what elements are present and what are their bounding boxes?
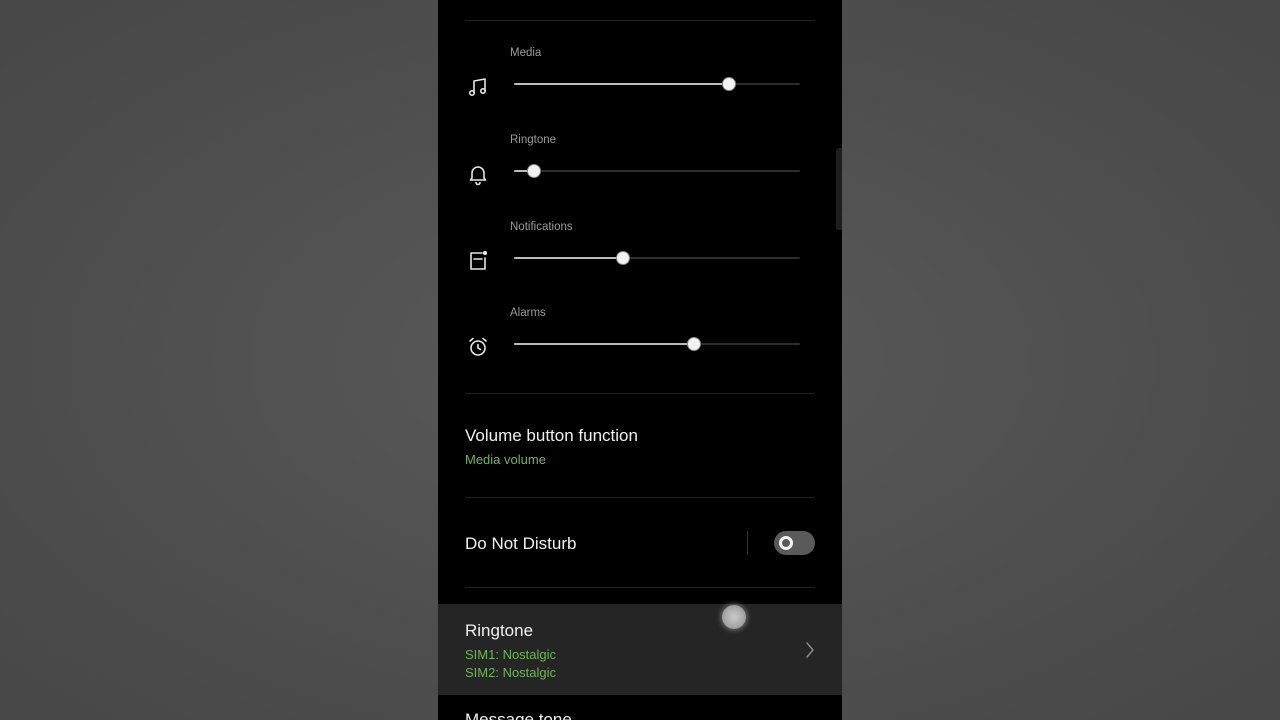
slider-track [514, 170, 800, 172]
ringtone-volume-slider[interactable] [514, 165, 800, 177]
slider-fill [514, 343, 695, 345]
slider-thumb[interactable] [722, 78, 735, 90]
setting-value: Media volume [465, 452, 546, 467]
divider [465, 587, 815, 588]
volume-row-alarms: Alarms [438, 307, 842, 367]
toggle-knob [779, 536, 793, 550]
ringtone-sim1: SIM1: Nostalgic [465, 647, 557, 662]
volume-row-notifications: Notifications [438, 221, 842, 281]
chevron-right-icon [804, 641, 816, 659]
do-not-disturb-label: Do Not Disturb [465, 534, 577, 553]
media-volume-slider[interactable] [514, 78, 800, 90]
volume-label: Notifications [510, 221, 573, 233]
slider-fill [514, 257, 623, 259]
notification-icon [466, 249, 490, 273]
setting-title: Volume button function [465, 426, 638, 445]
phone-screen: Media Ringtone Notifications Alarms Volu… [438, 0, 842, 720]
edge-scroll-handle[interactable] [836, 148, 842, 230]
volume-label: Media [510, 47, 542, 59]
music-note-icon [466, 75, 490, 99]
vertical-separator [747, 531, 748, 555]
divider [465, 20, 815, 21]
alarm-clock-icon [466, 335, 490, 359]
divider [465, 497, 815, 498]
notifications-volume-slider[interactable] [514, 252, 800, 264]
divider [465, 393, 815, 394]
volume-row-media: Media [438, 47, 842, 107]
volume-label: Alarms [510, 307, 546, 319]
bell-icon [466, 162, 490, 186]
do-not-disturb-toggle[interactable] [774, 531, 815, 555]
slider-thumb[interactable] [528, 165, 541, 177]
volume-label: Ringtone [510, 134, 557, 146]
volume-row-ringtone: Ringtone [438, 134, 842, 194]
slider-thumb[interactable] [688, 338, 701, 350]
ringtone-sim2: SIM2: Nostalgic [465, 665, 557, 680]
ringtone-title: Ringtone [465, 621, 534, 640]
alarms-volume-slider[interactable] [514, 338, 800, 350]
slider-thumb[interactable] [616, 252, 629, 264]
touch-indicator [722, 605, 746, 629]
slider-fill [514, 83, 729, 85]
message-tone-title[interactable]: Message tone [465, 710, 572, 720]
